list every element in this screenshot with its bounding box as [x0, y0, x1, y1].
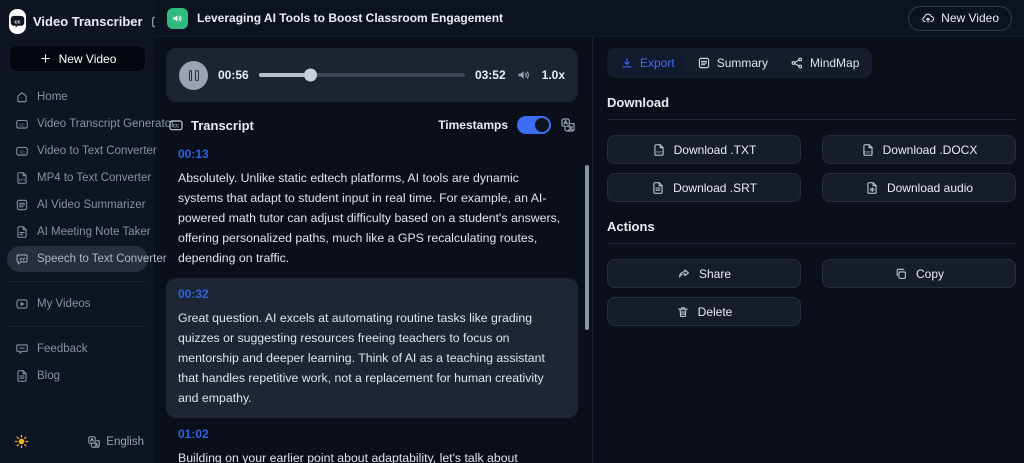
summary-icon: [697, 56, 711, 70]
delete-button[interactable]: Delete: [607, 297, 801, 326]
mindmap-icon: [790, 56, 804, 70]
tab-mindmap[interactable]: MindMap: [780, 51, 869, 75]
video-title: Leveraging AI Tools to Boost Classroom E…: [197, 11, 504, 25]
sidebar-item-home[interactable]: Home: [7, 84, 148, 110]
total-time: 03:52: [474, 68, 506, 82]
seek-thumb[interactable]: [304, 68, 318, 82]
note-file-icon: [15, 225, 29, 239]
download-heading: Download: [607, 95, 670, 110]
volume-icon[interactable]: [516, 67, 532, 83]
download-docx-button[interactable]: Download .DOCX: [822, 135, 1016, 164]
plus-icon: [39, 52, 52, 65]
cc-icon: [15, 144, 29, 158]
playback-speed[interactable]: 1.0x: [542, 68, 565, 82]
sidebar-item-ai-meeting-note-taker[interactable]: AI Meeting Note Taker: [7, 219, 151, 245]
transcript-entries: 00:13 Absolutely. Unlike static edtech p…: [166, 138, 578, 463]
download-txt-button[interactable]: Download .TXT: [607, 135, 801, 164]
cloud-upload-icon: [921, 11, 935, 25]
transcript-column: 00:56 03:52 1.0x Transcript Timestamps 0…: [155, 37, 592, 463]
txt-file-icon: [652, 143, 666, 157]
video-play-icon: [15, 297, 29, 311]
sidebar-library: My Videos: [0, 291, 155, 317]
entry-text: Great question. AI excels at automating …: [178, 311, 545, 405]
entry-timestamp[interactable]: 01:02: [178, 427, 566, 441]
download-srt-button[interactable]: Download .SRT: [607, 173, 801, 202]
svg-text:cc: cc: [14, 19, 20, 25]
summary-icon: [15, 198, 29, 212]
translate-icon: [87, 435, 101, 449]
download-icon: [620, 56, 634, 70]
section-divider: [607, 243, 1016, 244]
sidebar-item-mp4-to-text-converter[interactable]: MP4 to Text Converter: [7, 165, 151, 191]
audio-file-icon: [865, 181, 879, 195]
sidebar-nav: Home Video Transcript Generator Video to…: [0, 84, 175, 272]
sidebar-item-feedback[interactable]: Feedback: [7, 336, 148, 362]
sidebar-item-video-transcript-generator[interactable]: Video Transcript Generator: [7, 111, 175, 137]
entry-text: Absolutely. Unlike static edtech platfor…: [178, 171, 561, 265]
sidebar-item-blog[interactable]: Blog: [7, 363, 148, 389]
sidebar-new-video-button[interactable]: New Video: [9, 45, 146, 72]
section-divider: [607, 119, 1016, 120]
sidebar-divider: [8, 281, 147, 282]
topbar-new-video-button[interactable]: New Video: [908, 5, 1012, 31]
trash-icon: [676, 305, 690, 319]
export-panel: Export Summary MindMap Download Download…: [593, 37, 1024, 463]
sidebar-item-video-to-text-converter[interactable]: Video to Text Converter: [7, 138, 157, 164]
transcript-entry-active[interactable]: 00:32 Great question. AI excels at autom…: [166, 278, 578, 418]
sidebar-item-ai-video-summarizer[interactable]: AI Video Summarizer: [7, 192, 148, 218]
seek-progress: [258, 68, 318, 82]
current-time: 00:56: [218, 68, 249, 82]
pause-icon: [188, 69, 192, 81]
download-audio-button[interactable]: Download audio: [822, 173, 1016, 202]
share-button[interactable]: Share: [607, 259, 801, 288]
home-icon: [15, 90, 29, 104]
blog-icon: [15, 369, 29, 383]
transcript-translate-icon[interactable]: [560, 117, 576, 133]
speech-icon: [15, 252, 29, 266]
logo-row: cc Video Transcriber: [0, 0, 155, 41]
sidebar-resources: Feedback Blog: [0, 336, 155, 389]
entry-timestamp[interactable]: 00:13: [178, 147, 566, 161]
transcript-entry[interactable]: 01:02 Building on your earlier point abo…: [166, 418, 578, 463]
download-buttons: Download .TXT Download .DOCX Download .S…: [607, 135, 1016, 202]
tab-export[interactable]: Export: [610, 51, 685, 75]
sidebar-footer: English: [0, 423, 155, 463]
audio-player: 00:56 03:52 1.0x: [166, 48, 578, 102]
topbar: Leveraging AI Tools to Boost Classroom E…: [155, 0, 1024, 37]
mp4-file-icon: [15, 171, 29, 185]
language-selector[interactable]: English: [87, 435, 144, 449]
transcript-header: Transcript Timestamps: [168, 116, 576, 134]
feedback-icon: [15, 342, 29, 356]
sidebar: cc Video Transcriber New Video Home Vide…: [0, 0, 175, 463]
entry-text: Building on your earlier point about ada…: [178, 451, 518, 463]
panel-tabs: Export Summary MindMap: [607, 48, 873, 78]
action-buttons: Share Copy Delete: [607, 259, 1016, 326]
seek-slider[interactable]: [258, 68, 465, 82]
actions-heading: Actions: [607, 219, 655, 234]
copy-button[interactable]: Copy: [822, 259, 1016, 288]
sidebar-divider: [8, 326, 147, 327]
doc-file-icon: [861, 143, 875, 157]
audio-file-badge-icon: [167, 7, 188, 29]
srt-file-icon: [651, 181, 665, 195]
entry-timestamp[interactable]: 00:32: [178, 287, 566, 301]
app-logo-icon: cc: [9, 9, 26, 34]
transcript-title: Transcript: [191, 117, 254, 133]
cc-icon: [168, 117, 184, 133]
tab-summary[interactable]: Summary: [687, 51, 778, 75]
timestamps-label: Timestamps: [438, 118, 508, 132]
pause-button[interactable]: [179, 60, 208, 90]
copy-icon: [894, 267, 908, 281]
share-icon: [677, 267, 691, 281]
timestamps-toggle[interactable]: [517, 116, 551, 134]
theme-toggle-sun-icon[interactable]: [13, 433, 30, 450]
sidebar-item-speech-to-text-converter[interactable]: Speech to Text Converter: [7, 246, 167, 272]
main: 00:56 03:52 1.0x Transcript Timestamps 0…: [155, 37, 1024, 463]
transcript-entry[interactable]: 00:13 Absolutely. Unlike static edtech p…: [166, 138, 578, 278]
transcript-scrollbar[interactable]: [585, 165, 589, 330]
sidebar-item-my-videos[interactable]: My Videos: [7, 291, 148, 317]
cc-icon: [15, 117, 29, 131]
app-title: Video Transcriber: [33, 14, 143, 29]
